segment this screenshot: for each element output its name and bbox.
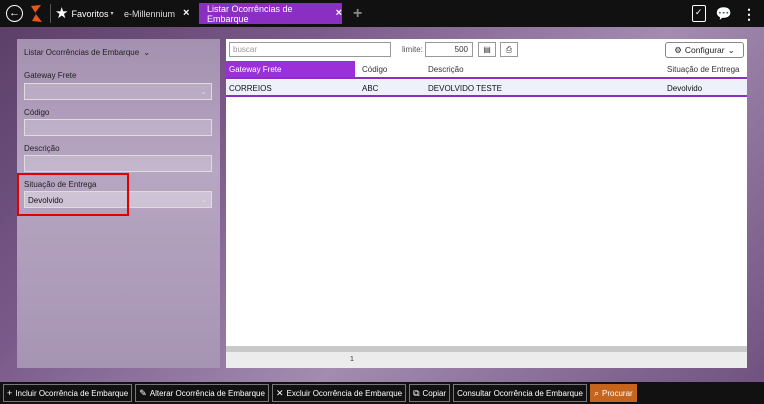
back-icon[interactable]: ← — [6, 5, 23, 22]
more-menu-icon[interactable]: ⋮ — [742, 7, 756, 21]
action-bar: + Incluir Ocorrência de Embarque ✎ Alter… — [0, 382, 764, 404]
table-cell: Devolvido — [667, 84, 703, 93]
descricao-input[interactable] — [24, 155, 212, 172]
delete-icon: ✕ — [275, 387, 284, 398]
limit-input[interactable]: 500 — [425, 42, 473, 57]
incluir-label: Incluir Ocorrência de Embarque — [15, 388, 129, 398]
favorites-label: Favoritos — [71, 8, 109, 19]
star-icon: ★ — [55, 5, 69, 22]
chevron-down-icon: ⌄ — [200, 195, 207, 204]
grid-header: Gateway Frete Código Descrição Situação … — [226, 61, 747, 79]
pagination: 1 — [226, 352, 747, 368]
chevron-down-icon: ▾ — [110, 11, 114, 17]
filter-title-label: Listar Ocorrências de Embarque — [24, 48, 140, 57]
close-icon[interactable]: × — [183, 8, 189, 19]
gateway-frete-label: Gateway Frete — [24, 71, 77, 80]
column-header[interactable]: Gateway Frete — [226, 61, 355, 77]
codigo-input[interactable] — [24, 119, 212, 136]
close-icon[interactable]: × — [336, 8, 342, 19]
tab-e-millennium[interactable]: e-Millennium × — [124, 3, 194, 24]
copiar-label: Copiar — [422, 388, 447, 398]
highlight-box — [17, 173, 129, 216]
search-placeholder: buscar — [233, 45, 258, 54]
copy-icon: ⧉ — [413, 387, 420, 398]
add-tab-icon[interactable]: + — [353, 6, 362, 22]
excluir-button[interactable]: ✕ Excluir Ocorrência de Embarque — [271, 384, 407, 402]
chat-icon[interactable]: 💬 — [716, 7, 732, 20]
tab-label: e-Millennium — [124, 8, 176, 19]
chevron-down-icon: ⌄ — [143, 48, 151, 57]
grid-toolbar: buscar limite: 500 ▤ ⎙ ⚙ Configurar ⌄ — [226, 39, 747, 61]
filter-panel-title[interactable]: Listar Ocorrências de Embarque ⌄ — [24, 48, 213, 57]
alterar-label: Alterar Ocorrência de Embarque — [149, 388, 265, 398]
procurar-label: Procurar — [602, 388, 633, 398]
column-header[interactable]: Descrição — [425, 61, 661, 77]
copiar-button[interactable]: ⧉ Copiar — [409, 384, 451, 402]
table-cell: CORREIOS — [229, 84, 272, 93]
configure-button[interactable]: ⚙ Configurar ⌄ — [665, 42, 744, 58]
gear-icon: ⚙ — [674, 44, 682, 55]
clipboard-check-icon[interactable] — [691, 5, 706, 22]
chevron-down-icon: ⌄ — [200, 87, 207, 96]
table-cell: ABC — [362, 84, 379, 93]
table-row[interactable]: CORREIOS ABC DEVOLVIDO TESTE Devolvido — [226, 80, 747, 97]
configure-label: Configurar — [684, 45, 725, 55]
export-pdf-icon[interactable]: ▤ — [478, 42, 496, 57]
search-icon: ⌕ — [593, 387, 599, 398]
excluir-label: Excluir Ocorrência de Embarque — [286, 388, 403, 398]
chevron-down-icon: ⌄ — [727, 44, 735, 55]
column-header[interactable]: Código — [359, 61, 421, 77]
gateway-frete-select[interactable]: ⌄ — [24, 83, 212, 100]
limit-label: limite: — [402, 45, 423, 54]
consultar-label: Consultar Ocorrência de Embarque — [457, 388, 583, 398]
plus-icon: + — [7, 387, 13, 398]
search-input[interactable]: buscar — [229, 42, 391, 57]
alterar-button[interactable]: ✎ Alterar Ocorrência de Embarque — [135, 384, 269, 402]
column-header[interactable]: Situação de Entrega — [664, 61, 747, 77]
incluir-button[interactable]: + Incluir Ocorrência de Embarque — [3, 384, 133, 402]
app-logo[interactable] — [29, 4, 43, 23]
results-grid: buscar limite: 500 ▤ ⎙ ⚙ Configurar ⌄ Ga… — [226, 39, 747, 368]
print-icon[interactable]: ⎙ — [500, 42, 518, 57]
tab-label: Listar Ocorrências de Embarque — [207, 3, 293, 24]
page-number[interactable]: 1 — [350, 356, 354, 363]
top-bar: ← ★ Favoritos ▾ e-Millennium × Listar Oc… — [0, 0, 764, 27]
edit-icon: ✎ — [139, 387, 147, 398]
consultar-button[interactable]: Consultar Ocorrência de Embarque — [453, 384, 587, 402]
procurar-button[interactable]: ⌕ Procurar — [589, 384, 637, 402]
table-cell: DEVOLVIDO TESTE — [428, 84, 502, 93]
descricao-label: Descrição — [24, 144, 60, 153]
codigo-label: Código — [24, 108, 50, 117]
tab-listar-ocorrencias[interactable]: Listar Ocorrências de Embarque × — [199, 3, 342, 24]
divider — [50, 4, 51, 23]
favorites-menu[interactable]: ★ Favoritos ▾ — [55, 5, 113, 22]
